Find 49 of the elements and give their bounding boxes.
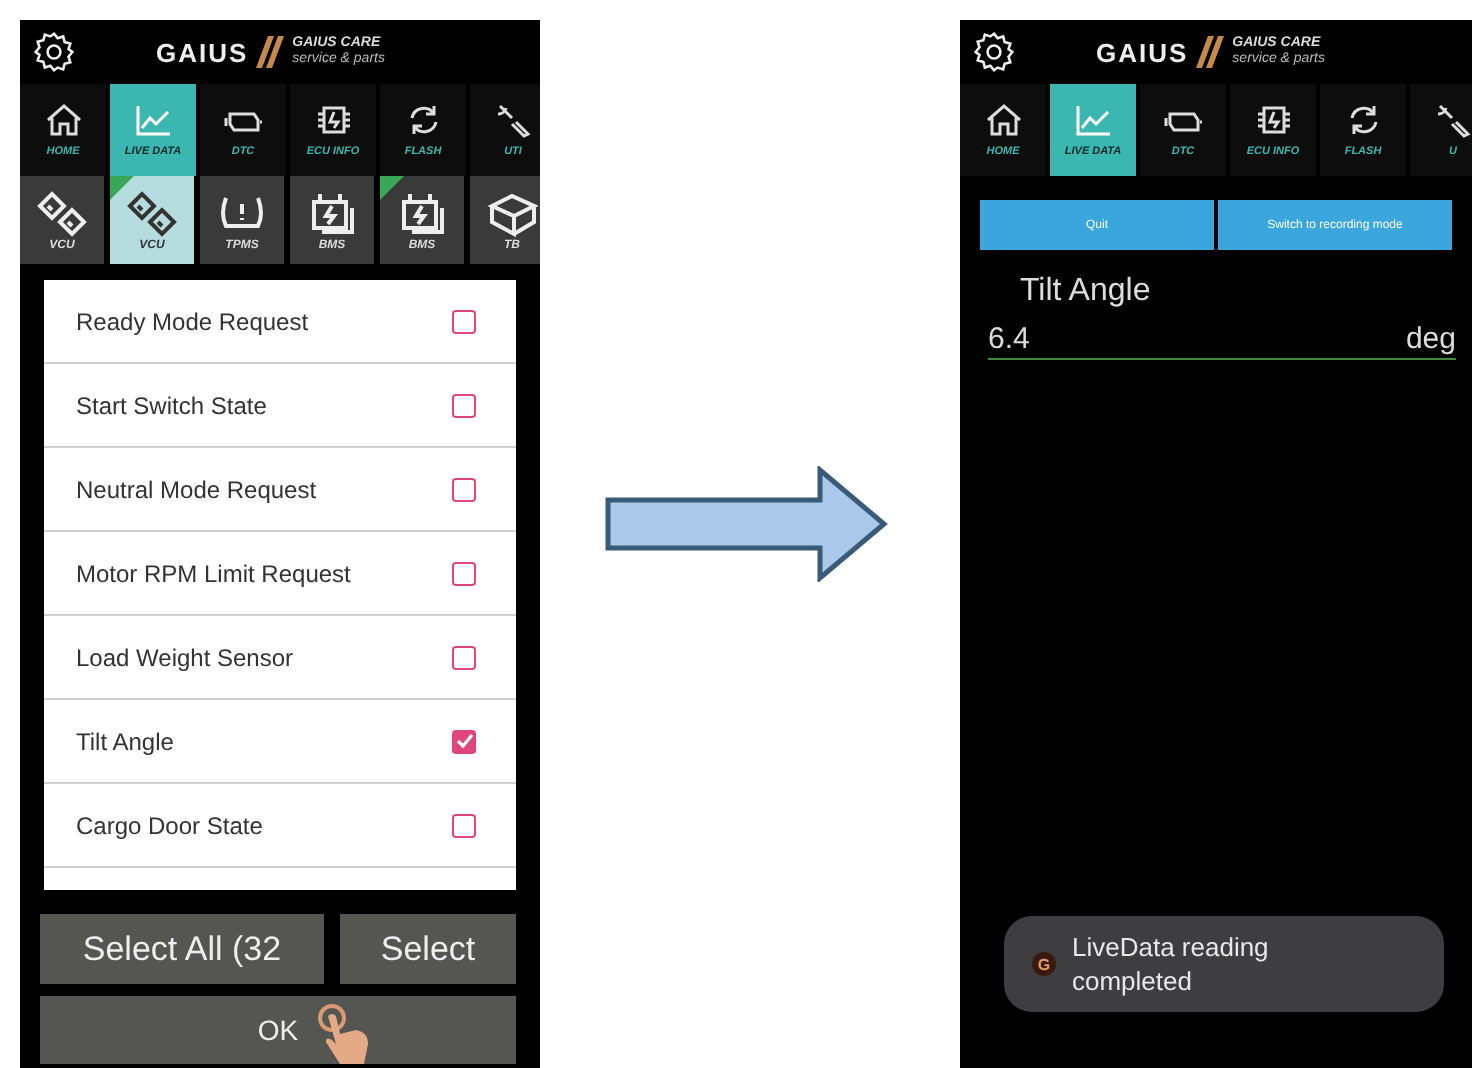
brand-logo-text: GAIUS: [156, 37, 249, 67]
right-arrow-icon: [604, 466, 888, 582]
wrench-icon: [493, 102, 533, 138]
parameter-name: Ready Mode Request: [76, 307, 311, 335]
line-chart-icon: [1073, 102, 1113, 138]
settings-icon[interactable]: [32, 30, 76, 74]
brand-logo-text: GAIUS: [1096, 37, 1189, 67]
checkbox[interactable]: [452, 477, 476, 501]
checkbox[interactable]: [452, 645, 476, 669]
toast-text: LiveData reading completed: [1072, 930, 1271, 998]
battery-icon: [396, 189, 448, 237]
chain-link-icon: [36, 189, 88, 237]
checkbox[interactable]: [452, 813, 476, 837]
parameter-name: Neutral Mode Request: [76, 475, 319, 503]
settings-icon[interactable]: [972, 30, 1016, 74]
checkbox[interactable]: [452, 393, 476, 417]
parameter-row[interactable]: Load Weight Sensor: [44, 616, 516, 700]
parameter-name: Motor RPM Limit Request: [76, 559, 353, 587]
reading-unit: deg: [1405, 322, 1456, 358]
line-chart-icon: [133, 102, 173, 138]
chip-icon: [313, 102, 353, 138]
parameter-row[interactable]: Tilt Angle: [44, 700, 516, 784]
ok-button[interactable]: OK: [40, 996, 516, 1064]
select-button[interactable]: Select All (32: [40, 914, 324, 984]
checkbox[interactable]: [452, 729, 476, 753]
battery-icon: [306, 189, 358, 237]
select-button[interactable]: Select: [340, 914, 516, 984]
reading-value: 6.4: [988, 322, 1030, 358]
app-icon: G: [1032, 952, 1056, 976]
slash-mark-icon: [256, 36, 285, 68]
parameter-name: Tilt Angle: [1020, 274, 1153, 310]
checkbox[interactable]: [452, 561, 476, 585]
parameter-name: Tilt Angle: [76, 727, 176, 755]
chip-icon: [1253, 102, 1293, 138]
slash-mark-icon: [1196, 36, 1225, 68]
home-icon: [983, 102, 1023, 138]
checkbox[interactable]: [452, 309, 476, 333]
parameter-row[interactable]: Ready Mode Request: [44, 280, 516, 364]
parameter-row[interactable]: Cargo Door State: [44, 784, 516, 868]
parameter-row[interactable]: Neutral Mode Request: [44, 448, 516, 532]
parameter-row[interactable]: Motor RPM Limit Request: [44, 532, 516, 616]
parameter-name: Start Switch State: [76, 391, 269, 419]
box-icon: [486, 189, 538, 237]
chain-link-icon: [126, 189, 178, 237]
wrench-icon: [1433, 102, 1472, 138]
parameter-row[interactable]: Start Switch State: [44, 364, 516, 448]
parameter-name: Load Weight Sensor: [76, 643, 296, 671]
home-icon: [43, 102, 83, 138]
parameter-name: Cargo Door State: [76, 811, 265, 839]
